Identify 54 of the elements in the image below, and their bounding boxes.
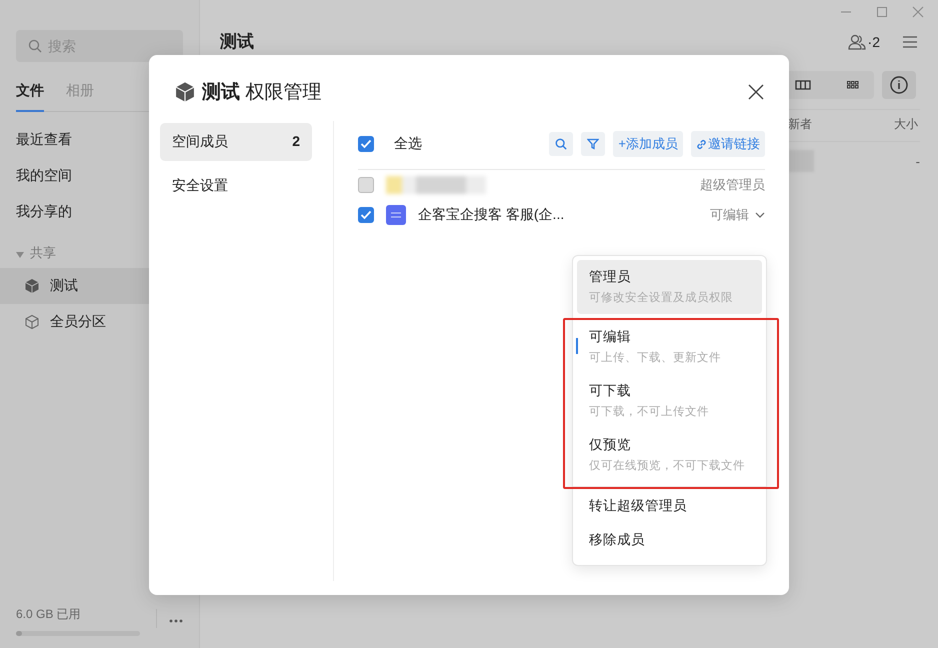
- settings-tab[interactable]: 空间成员 2: [160, 123, 312, 161]
- settings-tab[interactable]: 安全设置: [160, 167, 312, 205]
- people-icon: [848, 34, 866, 50]
- member-name: 企客宝企搜客 客服(企...: [418, 206, 564, 224]
- option-description: 可修改安全设置及成员权限: [589, 290, 734, 305]
- checkbox[interactable]: [358, 136, 374, 152]
- table-cell: -: [916, 154, 920, 168]
- option-description: 可下载，不可上传文件: [589, 404, 710, 419]
- info-button[interactable]: [882, 71, 916, 99]
- filter-icon: [587, 138, 600, 150]
- filter-button[interactable]: [581, 132, 606, 156]
- add-member-button[interactable]: +添加成员: [613, 131, 683, 157]
- columns-view-icon[interactable]: [794, 78, 812, 92]
- option-description: 可上传、下载、更新文件: [589, 350, 722, 365]
- role-option[interactable]: 管理员 可修改安全设置及成员权限: [577, 260, 762, 314]
- link-icon: [696, 138, 707, 150]
- cube-icon: [174, 81, 196, 103]
- space-title: 测试: [220, 31, 255, 53]
- cube-icon: [24, 278, 40, 294]
- option-label: 可下载: [589, 382, 632, 400]
- menu-item[interactable]: 转让超级管理员: [573, 489, 766, 523]
- role-option[interactable]: 可下载 可下载，不可上传文件: [577, 374, 762, 428]
- role-option[interactable]: 可编辑 可上传、下载、更新文件: [577, 320, 762, 374]
- more-button[interactable]: [156, 609, 185, 628]
- option-label: 仅预览: [589, 436, 632, 454]
- close-icon[interactable]: [748, 84, 764, 100]
- search-button[interactable]: [549, 132, 574, 156]
- option-description: 仅可在线预览，不可下载文件: [589, 458, 746, 473]
- option-label: 可编辑: [589, 328, 632, 346]
- option-label: 管理员: [589, 268, 632, 286]
- column-header[interactable]: 新者: [788, 116, 812, 133]
- storage-usage: 6.0 GB 已用: [16, 606, 82, 623]
- more-icon: [169, 619, 183, 623]
- search-icon: [28, 39, 42, 53]
- role-option[interactable]: 仅预览 仅可在线预览，不可下载文件: [577, 428, 762, 482]
- menu-icon[interactable]: [902, 34, 918, 48]
- logo-icon: [386, 205, 406, 225]
- invite-link-button[interactable]: 邀请链接: [691, 131, 765, 157]
- role-dropdown[interactable]: 可编辑: [710, 206, 765, 224]
- select-all-label: 全选: [394, 135, 422, 153]
- menu-item[interactable]: 移除成员: [573, 523, 766, 557]
- checkbox[interactable]: [358, 207, 374, 223]
- space-item[interactable]: 全员分区: [0, 304, 199, 340]
- members-button[interactable]: ·2: [848, 34, 880, 50]
- cube-icon: [24, 314, 40, 330]
- blurred-avatar: [788, 150, 814, 172]
- member-role: 超级管理员: [700, 176, 765, 194]
- search-icon: [555, 138, 568, 150]
- chevron-down-icon: [755, 212, 765, 218]
- expanded-caret-icon: [16, 252, 24, 258]
- dialog-title: 测试 权限管理: [202, 81, 322, 105]
- maximize-icon[interactable]: [876, 6, 888, 18]
- column-header[interactable]: 大小: [894, 116, 918, 133]
- tab[interactable]: 文件: [16, 76, 44, 112]
